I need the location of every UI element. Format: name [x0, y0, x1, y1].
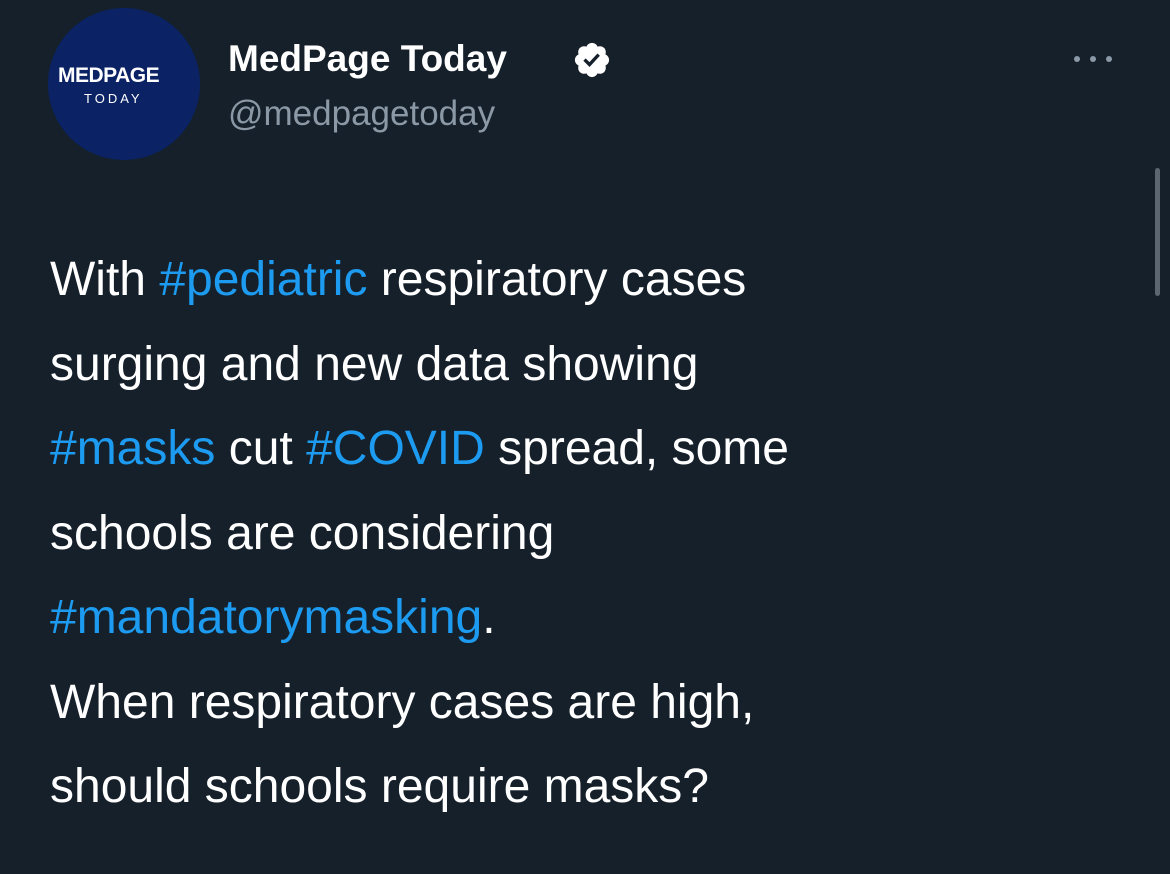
tweet-text-line: With #pediatric respiratory cases	[50, 238, 1050, 323]
tweet-text-line: #mandatorymasking.	[50, 576, 1050, 661]
tweet-card: MEDPAGE TODAY MedPage Today @medpagetoda…	[0, 0, 1170, 874]
display-name[interactable]: MedPage Today	[228, 36, 507, 82]
tweet-text-segment: schools are considering	[50, 506, 555, 560]
tweet-text-segment: surging and new data showing	[50, 337, 699, 391]
avatar-logo-subtext: TODAY	[84, 91, 143, 106]
hashtag-link[interactable]: #pediatric	[159, 253, 367, 306]
scrollbar[interactable]	[1148, 0, 1170, 874]
hashtag-link[interactable]: #COVID	[306, 422, 485, 475]
tweet-text-line: #masks cut #COVID spread, some	[50, 407, 1050, 492]
tweet-text-segment: spread, some	[484, 422, 789, 475]
hashtag-link[interactable]: #masks	[50, 422, 215, 475]
tweet-text-line: When respiratory cases are high,	[50, 661, 1050, 746]
avatar-logo-text: MEDPAGE	[58, 64, 160, 87]
more-horizontal-icon	[1074, 56, 1080, 62]
verified-badge-icon	[574, 42, 610, 78]
more-options-button[interactable]	[1068, 48, 1118, 72]
tweet-text-segment: With	[50, 253, 160, 306]
account-handle[interactable]: @medpagetoday	[228, 92, 495, 136]
tweet-text-line: schools are considering	[50, 492, 1050, 577]
tweet-text-segment: When respiratory cases are high,	[50, 675, 755, 729]
tweet-text-segment: respiratory cases	[367, 253, 747, 306]
tweet-text-line: should schools require masks?	[50, 745, 1050, 830]
tweet-text-line: surging and new data showing	[50, 323, 1050, 408]
hashtag-link[interactable]: #mandatorymasking	[50, 591, 482, 644]
more-horizontal-icon	[1090, 56, 1096, 62]
tweet-text-segment: .	[482, 591, 496, 644]
tweet-text-segment: cut	[215, 422, 307, 475]
avatar[interactable]: MEDPAGE TODAY	[48, 8, 200, 160]
tweet-text: With #pediatric respiratory cases surging…	[50, 238, 1050, 830]
more-horizontal-icon	[1106, 56, 1112, 62]
tweet-text-segment: should schools require masks?	[50, 760, 709, 813]
scrollbar-thumb[interactable]	[1155, 168, 1160, 296]
